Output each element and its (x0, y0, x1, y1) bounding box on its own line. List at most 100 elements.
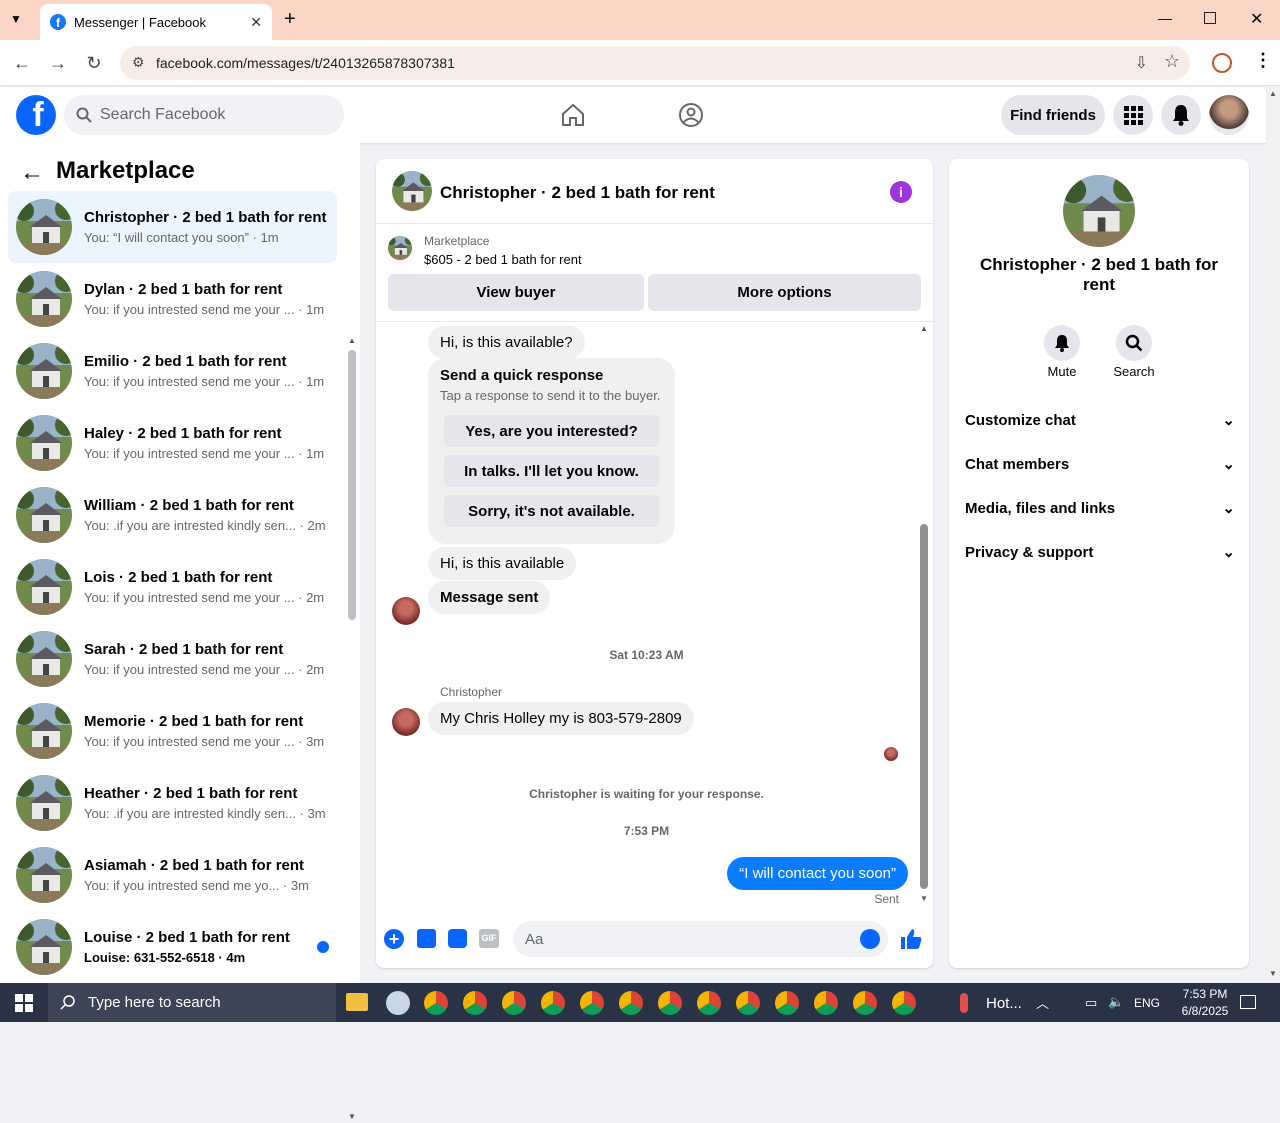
find-friends-button[interactable]: Find friends (1001, 95, 1105, 135)
chrome-icon[interactable] (892, 991, 916, 1015)
chrome-icon[interactable] (424, 991, 448, 1015)
conversation-item[interactable]: Asiamah · 2 bed 1 bath for rent You: if y… (8, 839, 337, 911)
emoji-icon[interactable] (860, 929, 880, 949)
install-app-icon[interactable]: ⇩ (1135, 53, 1148, 73)
tray-chevron-up-icon[interactable]: ︿ (1036, 993, 1049, 1012)
conversation-item[interactable]: Lois · 2 bed 1 bath for rent You: if you … (8, 551, 337, 623)
browser-tab[interactable]: f Messenger | Facebook ✕ (40, 4, 272, 40)
conversation-item[interactable]: Sarah · 2 bed 1 bath for rent You: if you… (8, 623, 337, 695)
media-files-links-row[interactable]: Media, files and links ⌄ (965, 493, 1235, 523)
facebook-search-input[interactable]: Search Facebook (64, 95, 344, 135)
mute-button[interactable] (1044, 325, 1080, 361)
conversation-name: Sarah · 2 bed 1 bath for rent (84, 641, 284, 658)
conversation-item[interactable]: Christopher · 2 bed 1 bath for rent You: … (8, 191, 337, 263)
browser-menu-icon[interactable]: ⋮ (1254, 50, 1272, 71)
customize-chat-row[interactable]: Customize chat ⌄ (965, 405, 1235, 435)
conversation-text: Memorie · 2 bed 1 bath for rent You: if y… (84, 713, 324, 749)
chat-members-row[interactable]: Chat members ⌄ (965, 449, 1235, 479)
notifications-bell-icon[interactable] (1161, 95, 1201, 135)
restore-icon[interactable] (1204, 12, 1216, 24)
more-options-button[interactable]: More options (648, 274, 921, 311)
groups-icon[interactable] (678, 102, 704, 128)
info-icon[interactable]: i (890, 181, 912, 203)
conversation-name: Louise · 2 bed 1 bath for rent (84, 929, 290, 946)
facebook-logo-icon[interactable]: f (16, 95, 56, 135)
windows-start-icon[interactable] (15, 994, 33, 1012)
chat-avatar[interactable] (392, 171, 432, 211)
photo-attach-icon[interactable] (417, 929, 436, 948)
search-icon (1125, 334, 1143, 352)
sticker-icon[interactable] (448, 929, 467, 948)
conversation-item[interactable]: Louise · 2 bed 1 bath for rent Louise: 63… (8, 911, 337, 983)
chrome-icon[interactable] (775, 991, 799, 1015)
file-explorer-icon[interactable] (346, 993, 368, 1011)
chrome-icon[interactable] (619, 991, 643, 1015)
quick-reply-button[interactable]: Sorry, it's not available. (444, 495, 659, 527)
listing-title[interactable]: $605 - 2 bed 1 bath for rent (424, 252, 582, 267)
bell-icon (1055, 335, 1069, 352)
timestamp: Sat 10:23 AM (609, 648, 684, 662)
clock-time[interactable]: 7:53 PM (1174, 987, 1236, 1001)
add-more-icon[interactable]: + (384, 929, 404, 949)
conversation-preview: Louise: 631-552-6518 · 4m (84, 950, 246, 965)
back-arrow-icon[interactable]: ← (20, 159, 44, 187)
facebook-header: f Search Facebook Find friends (0, 87, 1266, 143)
tab-list-chevron-icon[interactable]: ▼ (10, 12, 22, 26)
chrome-icon[interactable] (502, 991, 526, 1015)
quick-reply-button[interactable]: In talks. I'll let you know. (444, 455, 659, 487)
sender-avatar (392, 708, 420, 736)
close-tab-icon[interactable]: ✕ (250, 14, 262, 31)
gif-icon[interactable]: GIF (479, 929, 499, 948)
app-icon[interactable] (386, 991, 410, 1015)
view-buyer-button[interactable]: View buyer (388, 274, 644, 311)
chrome-icon[interactable] (814, 991, 838, 1015)
chrome-icon[interactable] (541, 991, 565, 1015)
conversation-item[interactable]: Memorie · 2 bed 1 bath for rent You: if y… (8, 695, 337, 767)
url-field[interactable]: ⚙ facebook.com/messages/t/24013265878307… (120, 46, 1190, 80)
taskbar-search-input[interactable]: Type here to search (48, 983, 336, 1022)
forward-icon[interactable]: → (45, 50, 71, 76)
page-scrollbar[interactable]: ▲ ▼ (1266, 87, 1280, 983)
chrome-icon[interactable] (736, 991, 760, 1015)
chrome-icon[interactable] (697, 991, 721, 1015)
conversation-preview: You: if you intrested send me your ... ·… (84, 446, 325, 461)
account-avatar[interactable] (1209, 95, 1249, 135)
conversation-item[interactable]: Heather · 2 bed 1 bath for rent You: .if … (8, 767, 337, 839)
weather-text[interactable]: Hot... (986, 995, 1022, 1012)
browser-tab-strip: ▼ f Messenger | Facebook ✕ + — ✕ (0, 0, 1280, 40)
close-window-icon[interactable]: ✕ (1250, 9, 1263, 29)
menu-grid-icon[interactable] (1113, 95, 1153, 135)
conversation-text: Dylan · 2 bed 1 bath for rent You: if you… (84, 281, 324, 317)
conversation-item[interactable]: Dylan · 2 bed 1 bath for rent You: if you… (8, 263, 337, 335)
privacy-support-row[interactable]: Privacy & support ⌄ (965, 537, 1235, 567)
message-thread-scrollbar[interactable]: ▲ ▼ (919, 324, 929, 909)
language-indicator[interactable]: ENG (1134, 996, 1160, 1010)
chat-title[interactable]: Christopher · 2 bed 1 bath for rent (440, 183, 715, 203)
chrome-icon[interactable] (658, 991, 682, 1015)
new-tab-icon[interactable]: + (284, 8, 296, 31)
network-icon[interactable]: ▭ (1085, 995, 1097, 1011)
home-icon[interactable] (560, 102, 586, 128)
quick-reply-button[interactable]: Yes, are you interested? (444, 415, 659, 447)
clock-date[interactable]: 6/8/2025 (1170, 1004, 1240, 1018)
chrome-icon[interactable] (580, 991, 604, 1015)
message-input[interactable]: Aa (513, 921, 888, 957)
search-in-chat-button[interactable] (1116, 325, 1152, 361)
site-info-icon[interactable]: ⚙ (132, 54, 145, 71)
chrome-icon[interactable] (853, 991, 877, 1015)
notification-center-icon[interactable] (1240, 995, 1256, 1009)
chrome-icon[interactable] (463, 991, 487, 1015)
conversation-name: Heather · 2 bed 1 bath for rent (84, 785, 298, 802)
conversation-item[interactable]: Haley · 2 bed 1 bath for rent You: if you… (8, 407, 337, 479)
section-label: Chat members (965, 455, 1070, 473)
minimize-icon[interactable]: — (1158, 10, 1172, 26)
volume-icon[interactable]: 🔈 (1108, 994, 1124, 1010)
conversation-item[interactable]: Emilio · 2 bed 1 bath for rent You: if yo… (8, 335, 337, 407)
reload-icon[interactable]: ↻ (81, 50, 107, 76)
conversation-item[interactable]: William · 2 bed 1 bath for rent You: .if … (8, 479, 337, 551)
profile-icon[interactable] (1212, 53, 1232, 73)
back-icon[interactable]: ← (9, 50, 35, 76)
bookmark-star-icon[interactable]: ☆ (1164, 51, 1180, 72)
like-thumb-icon[interactable] (899, 927, 923, 951)
weather-icon[interactable] (960, 993, 968, 1013)
